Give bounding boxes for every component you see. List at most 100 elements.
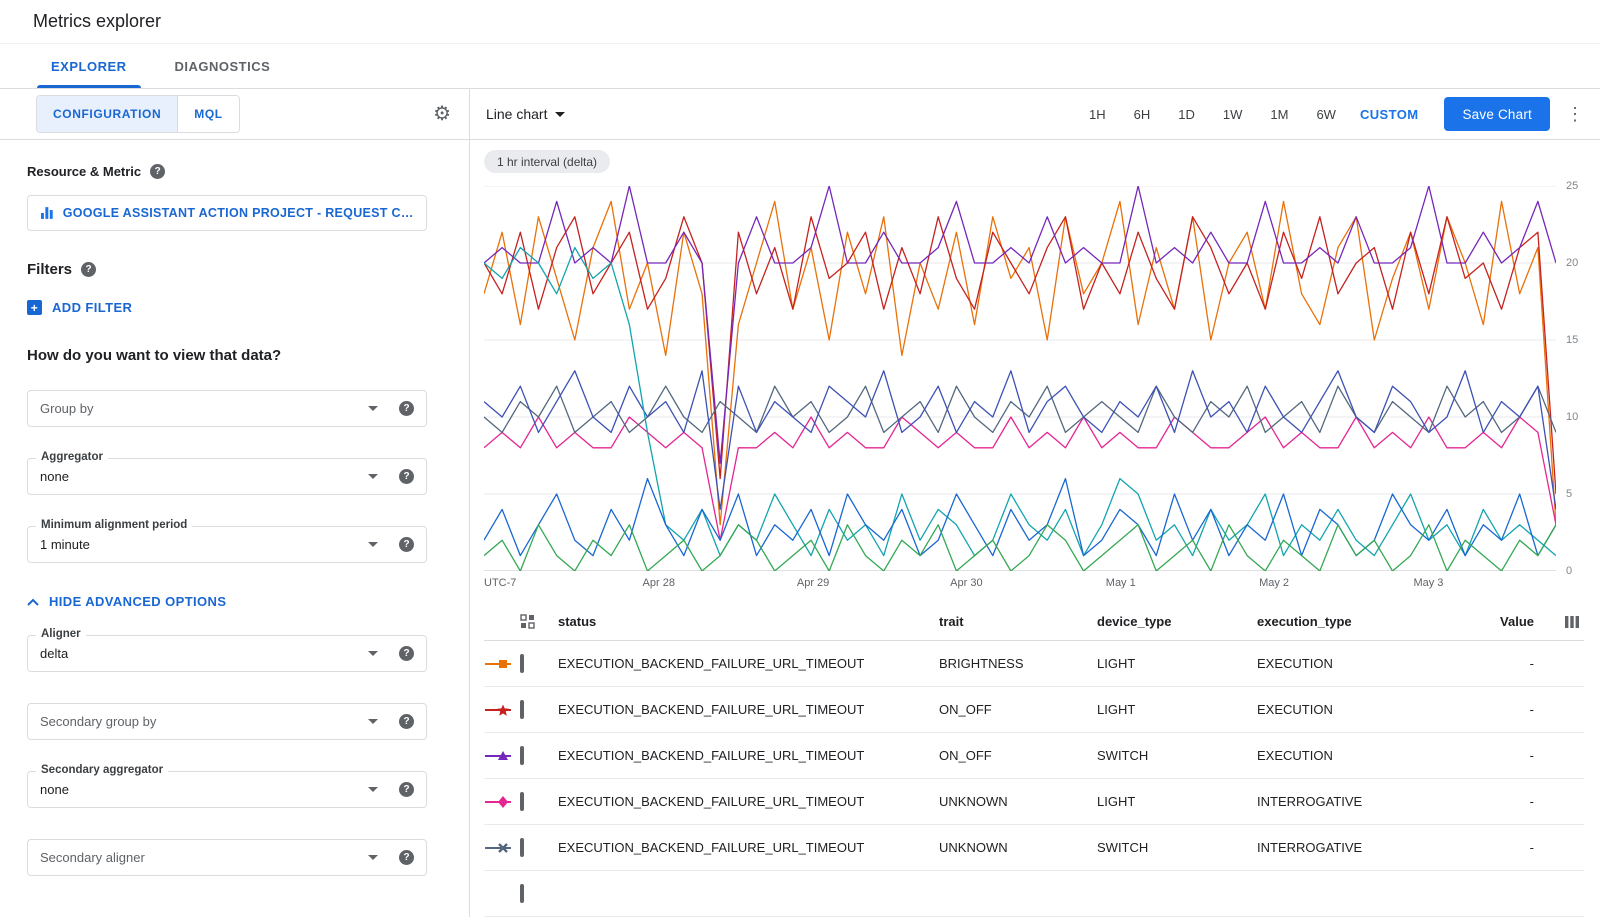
field-value: Secondary group by [40, 714, 156, 729]
minimum-alignment-period-select[interactable]: Minimum alignment period 1 minute ? [27, 526, 427, 563]
legend-table-header: status trait device_type execution_type … [484, 603, 1584, 641]
configuration-mode-label: CONFIGURATION [53, 107, 161, 121]
field-value: Group by [40, 401, 93, 416]
field-help-icon[interactable]: ? [399, 537, 414, 552]
aligner-select[interactable]: Aligner delta ? [27, 635, 427, 672]
trait-cell: ON_OFF [939, 702, 1097, 717]
range-1d-button[interactable]: 1D [1168, 101, 1205, 128]
series-marker-icon [484, 703, 520, 717]
dropdown-caret-icon [368, 719, 378, 724]
execution-type-cell: INTERROGATIVE [1257, 794, 1492, 809]
form-field-row: Aggregator none ? [27, 458, 427, 495]
y-axis-labels: 0510152025 [1556, 186, 1594, 571]
tab-diagnostics-label: DIAGNOSTICS [175, 59, 271, 74]
range-6w-button[interactable]: 6W [1306, 101, 1346, 128]
field-label: Aligner [36, 628, 86, 640]
view-data-question: How do you want to view that data? [27, 347, 442, 364]
form-field-row: Group by ? [27, 390, 427, 427]
chart-series-unknown-light-interrogative [484, 417, 1556, 540]
hide-advanced-options-toggle[interactable]: HIDE ADVANCED OPTIONS [27, 594, 442, 609]
dropdown-caret-icon [368, 787, 378, 792]
row-checkbox[interactable] [520, 654, 524, 673]
resource-metric-help-icon[interactable]: ? [150, 164, 165, 179]
custom-range-button[interactable]: CUSTOM [1346, 101, 1433, 128]
x-tick-may-2: May 2 [1259, 577, 1289, 589]
x-tick-apr-30: Apr 30 [950, 577, 982, 589]
y-tick-15: 15 [1566, 334, 1578, 346]
value-cell: - [1492, 748, 1540, 763]
configuration-body: Resource & Metric ? GOOGLE ASSISTANT ACT… [0, 140, 469, 907]
group-by-select[interactable]: Group by ? [27, 390, 427, 427]
row-checkbox[interactable] [520, 700, 524, 719]
trait-cell: UNKNOWN [939, 840, 1097, 855]
field-help-icon[interactable]: ? [399, 469, 414, 484]
y-tick-0: 0 [1566, 565, 1572, 577]
secondary-aligner-select[interactable]: Secondary aligner ? [27, 839, 427, 876]
chart-area: UTC-7Apr 28Apr 29Apr 30May 1May 2May 3 0… [484, 186, 1594, 593]
tab-diagnostics[interactable]: DIAGNOSTICS [151, 44, 295, 88]
value-cell: - [1492, 656, 1540, 671]
status-cell: EXECUTION_BACKEND_FAILURE_URL_TIMEOUT [558, 794, 939, 809]
field-help-icon[interactable]: ? [399, 646, 414, 661]
window-titlebar: Metrics explorer [0, 0, 1600, 44]
chart-section: 1 hr interval (delta) UTC-7Apr 28Apr 29A… [470, 140, 1600, 593]
primary-fields-group: Group by ? Aggregator none ? Minimum ali… [27, 390, 442, 563]
legend-table: status trait device_type execution_type … [470, 603, 1600, 917]
settings-gear-icon[interactable]: ⚙ [433, 104, 451, 124]
tab-explorer[interactable]: EXPLORER [27, 44, 151, 88]
trait-cell: UNKNOWN [939, 794, 1097, 809]
field-label: Aggregator [36, 451, 108, 463]
y-tick-5: 5 [1566, 488, 1572, 500]
range-1w-button[interactable]: 1W [1213, 101, 1253, 128]
field-help-icon[interactable]: ? [399, 401, 414, 416]
range-1m-button[interactable]: 1M [1260, 101, 1298, 128]
resource-metric-label: Resource & Metric [27, 164, 141, 179]
secondary-aggregator-select[interactable]: Secondary aggregator none ? [27, 771, 427, 808]
row-checkbox[interactable] [520, 838, 524, 857]
series-marker-icon [484, 749, 520, 763]
range-6h-button[interactable]: 6H [1124, 101, 1161, 128]
add-filter-button[interactable]: + ADD FILTER [27, 300, 442, 315]
table-row: EXECUTION_BACKEND_FAILURE_URL_TIMEOUT ON… [484, 733, 1584, 779]
interval-chip: 1 hr interval (delta) [484, 150, 610, 173]
device-type-cell: SWITCH [1097, 748, 1257, 763]
dropdown-caret-icon [368, 406, 378, 411]
y-tick-10: 10 [1566, 411, 1578, 423]
field-value: 1 minute [40, 537, 90, 552]
dropdown-caret-icon [368, 855, 378, 860]
legend-grid-icon[interactable] [520, 614, 535, 629]
column-settings-icon[interactable] [1564, 615, 1580, 629]
column-header-value: Value [1492, 614, 1540, 629]
chart-series-on-off-light-execution [484, 217, 1556, 494]
save-chart-button[interactable]: Save Chart [1444, 97, 1550, 131]
field-value: none [40, 469, 69, 484]
row-checkbox[interactable] [520, 884, 524, 903]
column-header-trait: trait [939, 614, 1097, 629]
value-cell: - [1492, 702, 1540, 717]
x-tick-may-3: May 3 [1413, 577, 1443, 589]
filters-help-icon[interactable]: ? [81, 262, 96, 277]
range-1h-button[interactable]: 1H [1079, 101, 1116, 128]
device-type-cell: LIGHT [1097, 656, 1257, 671]
form-field-row: Secondary group by ? [27, 703, 427, 740]
field-help-icon[interactable]: ? [399, 782, 414, 797]
line-chart [484, 186, 1556, 571]
aggregator-select[interactable]: Aggregator none ? [27, 458, 427, 495]
configuration-mode-button[interactable]: CONFIGURATION [37, 96, 177, 132]
selected-metric-button[interactable]: GOOGLE ASSISTANT ACTION PROJECT - REQUES… [27, 195, 427, 231]
chevron-down-icon [555, 112, 565, 117]
field-value: Secondary aligner [40, 850, 145, 865]
form-field-row: Aligner delta ? [27, 635, 427, 672]
secondary-group-by-select[interactable]: Secondary group by ? [27, 703, 427, 740]
chart-type-label: Line chart [486, 106, 547, 122]
field-help-icon[interactable]: ? [399, 850, 414, 865]
field-value: none [40, 782, 69, 797]
row-checkbox[interactable] [520, 792, 524, 811]
column-header-device-type: device_type [1097, 614, 1257, 629]
chart-series-series-blue [484, 479, 1556, 556]
row-checkbox[interactable] [520, 746, 524, 765]
more-options-kebab-icon[interactable]: ⋮ [1566, 104, 1584, 125]
mql-mode-button[interactable]: MQL [177, 96, 238, 132]
chart-type-dropdown[interactable]: Line chart [486, 106, 565, 122]
field-help-icon[interactable]: ? [399, 714, 414, 729]
